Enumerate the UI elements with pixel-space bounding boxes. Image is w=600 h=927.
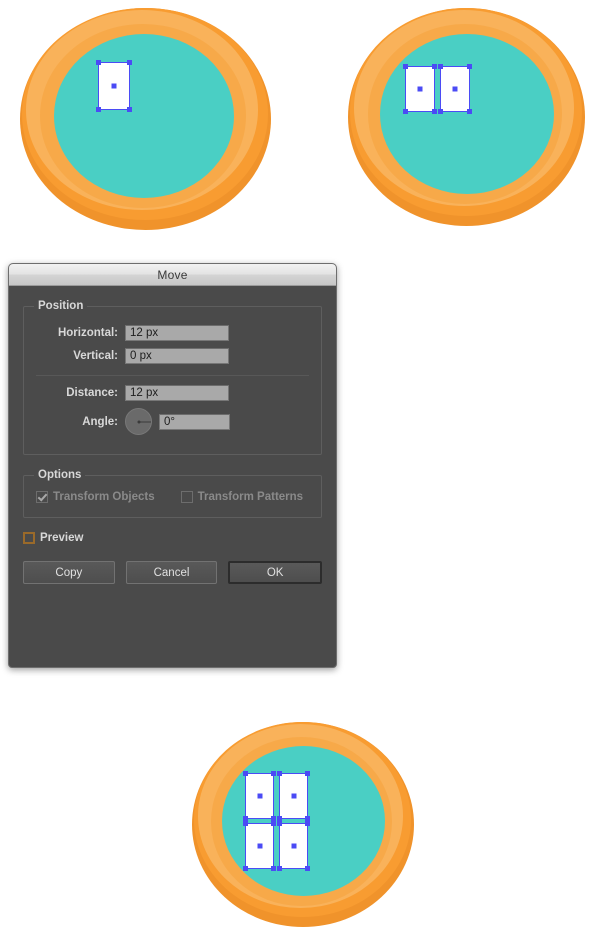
options-group: Options Transform Objects Transform Patt… bbox=[23, 469, 322, 518]
handle-top-left-icon[interactable] bbox=[277, 821, 282, 826]
angle-label: Angle: bbox=[82, 415, 118, 428]
anchor-center-icon[interactable] bbox=[417, 86, 423, 92]
handle-top-left-icon[interactable] bbox=[243, 771, 248, 776]
transform-objects-label: Transform Objects bbox=[53, 491, 155, 503]
selection-rectangle[interactable] bbox=[403, 64, 437, 114]
dialog-body: Position Horizontal: Vertical: Distance:… bbox=[9, 286, 336, 584]
anchor-center-icon[interactable] bbox=[452, 86, 458, 92]
handle-bottom-right-icon[interactable] bbox=[127, 107, 132, 112]
distance-input[interactable] bbox=[125, 385, 229, 401]
handle-top-right-icon[interactable] bbox=[305, 771, 310, 776]
position-group: Position Horizontal: Vertical: Distance:… bbox=[23, 300, 322, 455]
transform-patterns-checkbox[interactable] bbox=[180, 491, 193, 503]
selection-rectangle[interactable] bbox=[438, 64, 472, 114]
handle-top-right-icon[interactable] bbox=[305, 821, 310, 826]
badge-top-left[interactable] bbox=[20, 8, 271, 230]
angle-row: Angle: bbox=[34, 408, 311, 435]
options-inline: Transform Objects Transform Patterns bbox=[34, 487, 311, 505]
handle-bottom-left-icon[interactable] bbox=[243, 866, 248, 871]
transform-objects-row[interactable]: Transform Objects bbox=[36, 491, 155, 503]
handle-bottom-right-icon[interactable] bbox=[467, 109, 472, 114]
move-dialog: Move Position Horizontal: Vertical: Dist… bbox=[8, 263, 337, 668]
anchor-center-icon[interactable] bbox=[257, 843, 262, 849]
handle-bottom-right-icon[interactable] bbox=[305, 866, 310, 871]
handle-top-right-icon[interactable] bbox=[271, 771, 276, 776]
handle-top-right-icon[interactable] bbox=[467, 64, 472, 69]
distance-label: Distance: bbox=[66, 387, 118, 399]
selection-rectangle[interactable] bbox=[243, 821, 276, 871]
vertical-label: Vertical: bbox=[73, 350, 118, 362]
handle-bottom-left-icon[interactable] bbox=[96, 107, 101, 112]
badge-top-right[interactable] bbox=[348, 8, 585, 226]
distance-row: Distance: bbox=[34, 385, 311, 401]
horizontal-input[interactable] bbox=[125, 325, 229, 341]
options-group-legend: Options bbox=[38, 469, 82, 481]
angle-dial-needle-icon bbox=[138, 421, 151, 422]
angle-dial-icon[interactable] bbox=[125, 408, 152, 435]
handle-top-left-icon[interactable] bbox=[277, 771, 282, 776]
handle-bottom-left-icon[interactable] bbox=[403, 109, 408, 114]
cancel-button[interactable]: Cancel bbox=[125, 561, 218, 584]
handle-bottom-right-icon[interactable] bbox=[271, 866, 276, 871]
angle-input[interactable] bbox=[159, 413, 230, 430]
handle-top-right-icon[interactable] bbox=[432, 64, 437, 69]
ok-button[interactable]: OK bbox=[228, 561, 323, 584]
position-group-legend: Position bbox=[38, 300, 84, 312]
badge-bottom[interactable] bbox=[192, 722, 414, 927]
preview-label: Preview bbox=[40, 532, 84, 544]
anchor-center-icon[interactable] bbox=[257, 793, 262, 799]
handle-top-left-icon[interactable] bbox=[96, 60, 101, 65]
badge-inner-well bbox=[54, 34, 234, 198]
position-divider bbox=[36, 375, 309, 376]
handle-top-right-icon[interactable] bbox=[127, 60, 132, 65]
handle-bottom-left-icon[interactable] bbox=[277, 866, 282, 871]
badge-inner-well bbox=[380, 34, 554, 194]
preview-row[interactable]: Preview bbox=[23, 532, 322, 544]
dialog-titlebar[interactable]: Move bbox=[9, 264, 336, 286]
selection-rectangle[interactable] bbox=[277, 771, 310, 821]
selection-rectangle[interactable] bbox=[243, 771, 276, 821]
angle-dial-hub-icon bbox=[137, 420, 140, 423]
handle-bottom-right-icon[interactable] bbox=[432, 109, 437, 114]
anchor-center-icon[interactable] bbox=[291, 843, 296, 849]
vertical-row: Vertical: bbox=[34, 348, 311, 364]
handle-top-left-icon[interactable] bbox=[438, 64, 443, 69]
transform-patterns-row[interactable]: Transform Patterns bbox=[180, 491, 304, 503]
selection-rectangle[interactable] bbox=[277, 821, 310, 871]
horizontal-label: Horizontal: bbox=[57, 327, 118, 339]
anchor-center-icon[interactable] bbox=[291, 793, 296, 799]
anchor-center-icon[interactable] bbox=[111, 83, 117, 89]
handle-bottom-left-icon[interactable] bbox=[438, 109, 443, 114]
handle-top-right-icon[interactable] bbox=[271, 821, 276, 826]
copy-button[interactable]: Copy bbox=[23, 561, 115, 584]
preview-checkbox[interactable] bbox=[23, 532, 35, 544]
horizontal-row: Horizontal: bbox=[34, 325, 311, 341]
transform-patterns-label: Transform Patterns bbox=[197, 491, 304, 503]
selection-rectangle[interactable] bbox=[96, 60, 132, 112]
handle-top-left-icon[interactable] bbox=[403, 64, 408, 69]
dialog-title: Move bbox=[157, 267, 188, 282]
transform-objects-checkbox[interactable] bbox=[36, 491, 48, 503]
vertical-input[interactable] bbox=[125, 348, 229, 364]
handle-top-left-icon[interactable] bbox=[243, 821, 248, 826]
dialog-button-row: Copy Cancel OK bbox=[23, 561, 323, 584]
